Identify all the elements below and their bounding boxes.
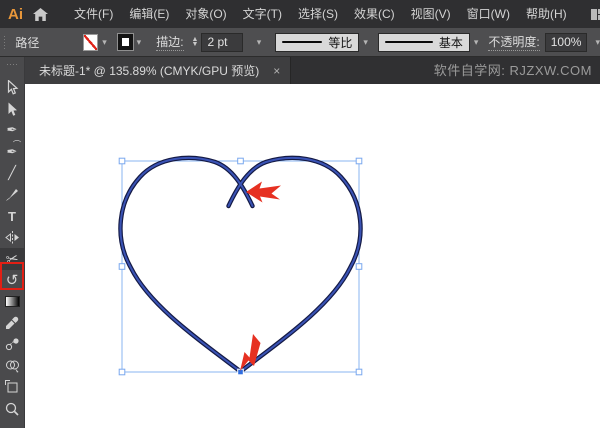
menu-bar: Ai 文件(F) 编辑(E) 对象(O) 文字(T) 选择(S) 效果(C) 视… (0, 0, 600, 28)
stroke-color-swatch[interactable] (116, 33, 134, 51)
menu-object[interactable]: 对象(O) (177, 0, 234, 28)
blend-tool[interactable] (0, 334, 25, 355)
pen-tool[interactable]: ✒ (0, 120, 25, 141)
selection-type-label: 路径 (15, 35, 40, 50)
direct-selection-tool[interactable] (0, 98, 25, 119)
chevron-down-icon[interactable]: ▾ (474, 37, 479, 47)
brush-definition-dropdown[interactable]: 基本 (377, 32, 470, 52)
shape-builder-tool[interactable] (0, 355, 25, 376)
watermark-text: 软件自学网: RJZXW.COM (433, 63, 592, 78)
heart-path[interactable] (118, 155, 363, 374)
heart-left-curve (119, 156, 254, 373)
reflect-tool[interactable] (0, 227, 25, 248)
width-profile-preview (282, 40, 323, 44)
type-tool[interactable]: T (0, 205, 25, 226)
paintbrush-tool[interactable] (0, 184, 25, 205)
handle-bottom-right[interactable] (355, 368, 363, 376)
handle-middle-right[interactable] (355, 263, 363, 270)
selection-handles[interactable] (118, 157, 363, 376)
app-logo[interactable]: Ai (8, 6, 23, 23)
selection-bounding-box[interactable] (121, 160, 360, 373)
control-bar: 路径 ▾ ▾ 描边: ▲ ▼ 2 pt ▾ 等比 ▾ 基本 ▾ 不透明度: 100… (0, 28, 600, 57)
gradient-swatch (4, 296, 20, 308)
heart-right-curve-outer (226, 155, 363, 374)
menu-select[interactable]: 选择(S) (290, 0, 346, 28)
stroke-weight-input[interactable]: 2 pt (201, 32, 243, 52)
stroke-weight-value: 2 pt (207, 35, 228, 49)
illustrator-window: Ai 文件(F) 编辑(E) 对象(O) 文字(T) 选择(S) 效果(C) 视… (0, 0, 600, 428)
menu-file[interactable]: 文件(F) (66, 0, 121, 28)
panel-grip[interactable] (6, 63, 18, 67)
gradient-tool[interactable] (0, 291, 25, 312)
opacity-label[interactable]: 不透明度: (488, 33, 540, 51)
heart-left-curve-outer (118, 155, 255, 374)
brush-preview (384, 40, 433, 44)
stroke-weight-stepper[interactable]: ▲ ▼ (192, 36, 199, 48)
handle-bottom-left[interactable] (118, 368, 126, 376)
width-profile-dropdown[interactable]: 等比 (275, 32, 360, 52)
menu-edit[interactable]: 编辑(E) (121, 0, 177, 28)
home-icon[interactable] (33, 4, 48, 24)
eyedropper-tool[interactable] (0, 312, 25, 333)
annotation-arrows (240, 181, 281, 371)
chevron-down-icon[interactable]: ▾ (257, 37, 262, 47)
chevron-down-icon[interactable]: ▾ (137, 37, 142, 47)
handle-top-left[interactable] (118, 157, 126, 165)
chevron-down-icon[interactable]: ▾ (102, 37, 107, 47)
width-profile-value: 等比 (328, 35, 353, 50)
menu-effect[interactable]: 效果(C) (346, 0, 403, 28)
chevron-down-icon[interactable]: ▾ (595, 37, 600, 47)
menu-help[interactable]: 帮助(H) (518, 0, 575, 28)
fill-none-swatch[interactable] (83, 33, 99, 51)
handle-middle-left[interactable] (118, 263, 126, 270)
handle-top-center[interactable] (237, 157, 244, 165)
tools-panel: ✒ ✒ ⌒ ╱ T ✂ ↺ (0, 57, 25, 428)
heart-right-curve (227, 156, 362, 373)
panel-grip[interactable] (3, 34, 8, 50)
close-icon[interactable]: × (273, 64, 280, 78)
curvature-tool[interactable]: ✒ ⌒ (0, 140, 25, 162)
selection-tool[interactable] (0, 77, 25, 98)
line-segment-tool[interactable]: ╱ (0, 163, 25, 184)
document-title: 未标题-1* @ 135.89% (CMYK/GPU 预览) (39, 64, 260, 78)
workspace-icon (590, 8, 600, 20)
zoom-tool[interactable] (0, 398, 25, 419)
stroke-weight-label[interactable]: 描边: (156, 33, 184, 51)
brush-definition-value: 基本 (438, 35, 463, 50)
rotate-tool[interactable]: ↺ (0, 270, 25, 291)
artboard-tool[interactable] (0, 376, 25, 397)
document-tab-bar: 未标题-1* @ 135.89% (CMYK/GPU 预览) × 软件自学网: … (25, 57, 600, 84)
opacity-input[interactable]: 100% (544, 32, 588, 52)
menu-view[interactable]: 视图(V) (403, 0, 459, 28)
scissors-tool[interactable]: ✂ (0, 248, 25, 270)
document-tab[interactable]: 未标题-1* @ 135.89% (CMYK/GPU 预览) × (25, 57, 292, 84)
workspace-switcher[interactable]: ▾ (590, 8, 600, 20)
opacity-value: 100% (550, 35, 582, 49)
chevron-down-icon[interactable]: ▾ (363, 37, 368, 47)
menu-type[interactable]: 文字(T) (235, 0, 290, 28)
handle-top-right[interactable] (355, 157, 363, 165)
menu-window[interactable]: 窗口(W) (459, 0, 518, 28)
